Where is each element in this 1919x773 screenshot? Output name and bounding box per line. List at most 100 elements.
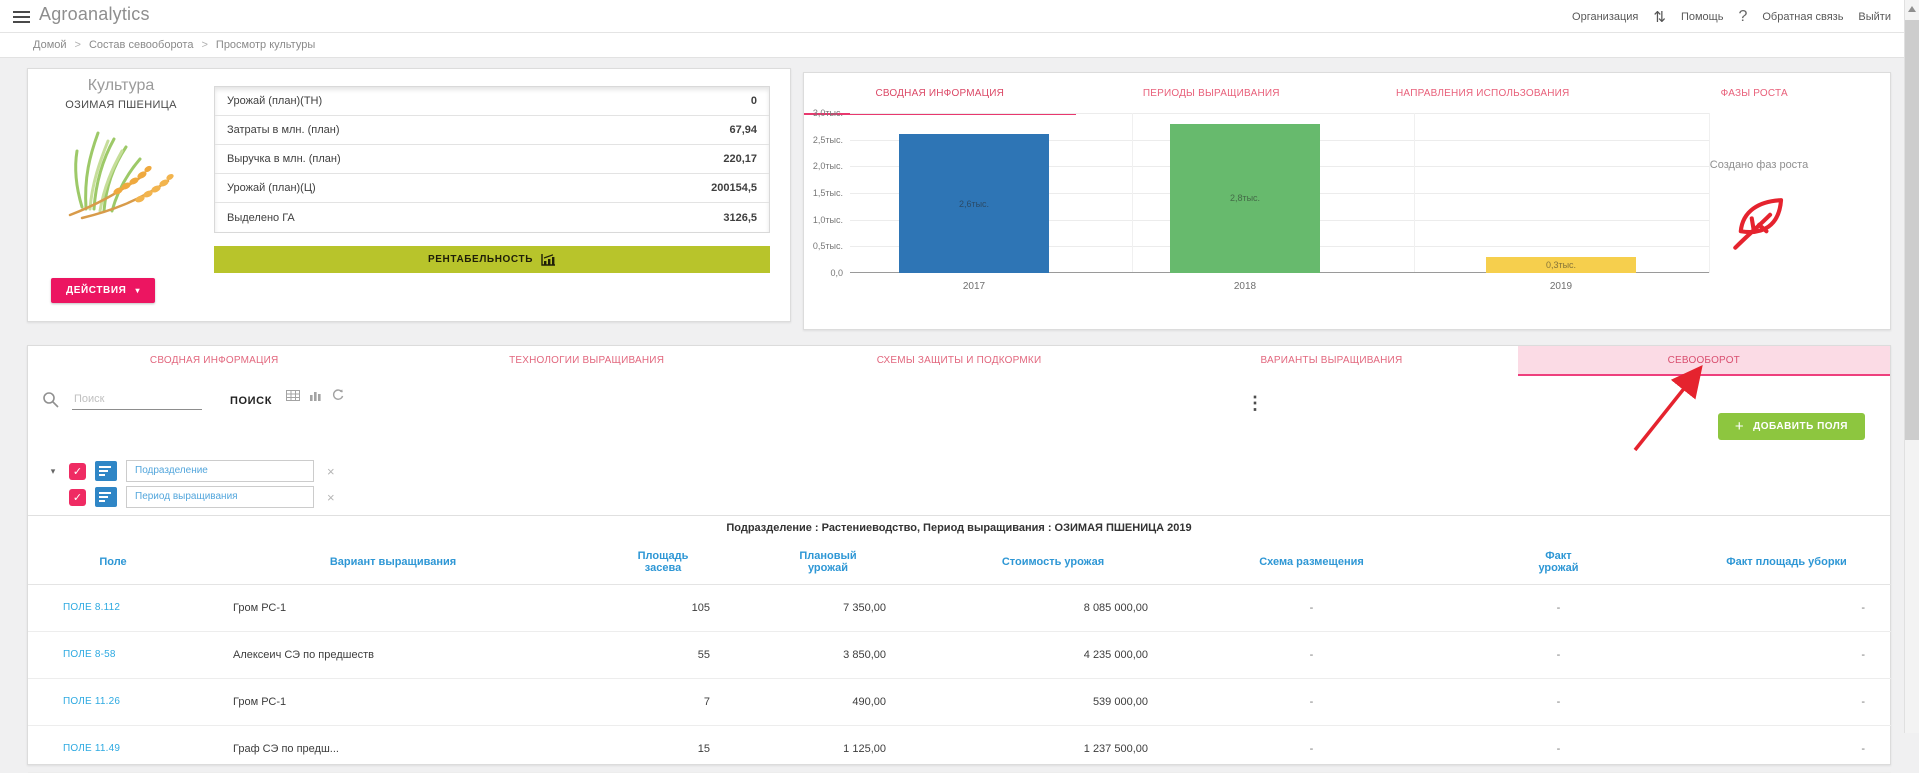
field-link[interactable]: ПОЛЕ 11.49 bbox=[28, 725, 198, 772]
yield-cost-cell: 1 237 500,00 bbox=[918, 725, 1188, 772]
scrollbar-thumb[interactable] bbox=[1905, 20, 1919, 440]
refresh-icon[interactable] bbox=[331, 389, 344, 401]
filter-field-division[interactable]: Подразделение bbox=[126, 460, 314, 482]
close-icon[interactable]: × bbox=[327, 490, 335, 505]
search-button[interactable]: ПОИСК bbox=[230, 395, 272, 407]
table-row: ПОЛЕ 8-58 Алексеич СЭ по предшеств 55 3 … bbox=[28, 631, 1891, 678]
add-fields-button[interactable]: + ДОБАВИТЬ ПОЛЯ bbox=[1718, 413, 1865, 440]
bar-2018[interactable]: 2,8тыс. bbox=[1170, 124, 1320, 273]
filter-checkbox[interactable]: ✓ bbox=[69, 489, 86, 506]
sow-area-cell: 7 bbox=[588, 678, 738, 725]
chart-view-icon[interactable] bbox=[309, 390, 322, 401]
breadcrumb: Домой > Состав севооборота > Просмотр ку… bbox=[0, 33, 1919, 58]
tab-protection-schemes[interactable]: СХЕМЫ ЗАЩИТЫ И ПОДКОРМКИ bbox=[773, 346, 1145, 376]
filter-row-growing-period: ✓ Период выращивания × bbox=[46, 486, 335, 508]
gridline bbox=[1132, 113, 1133, 273]
bar-2017[interactable]: 2,6тыс. bbox=[899, 134, 1049, 273]
column-yield-cost[interactable]: Стоимость урожая bbox=[918, 540, 1188, 584]
y-tick-label: 0,0 bbox=[830, 268, 843, 278]
planned-yield-cell: 7 350,00 bbox=[738, 584, 918, 631]
stat-value: 0 bbox=[751, 95, 757, 107]
column-field[interactable]: Поле bbox=[28, 540, 198, 584]
column-fact-yield[interactable]: Факт урожай bbox=[1435, 540, 1682, 584]
more-options-icon[interactable]: ⋮ bbox=[1240, 393, 1270, 414]
top-navigation: Организация ⇅ Помощь ? Обратная связь Вы… bbox=[1572, 0, 1891, 33]
profitability-button[interactable]: РЕНТАБЕЛЬНОСТЬ bbox=[214, 246, 770, 273]
stat-label: Урожай (план)(ТН) bbox=[227, 95, 322, 107]
nav-feedback[interactable]: Обратная связь bbox=[1762, 11, 1843, 23]
vertical-scrollbar[interactable] bbox=[1904, 0, 1919, 733]
bar-value-label: 2,8тыс. bbox=[1230, 193, 1260, 203]
details-panel: СВОДНАЯ ИНФОРМАЦИЯ ТЕХНОЛОГИИ ВЫРАЩИВАНИ… bbox=[27, 345, 1891, 765]
tab-summary-info-bottom[interactable]: СВОДНАЯ ИНФОРМАЦИЯ bbox=[28, 346, 400, 376]
sow-area-cell: 15 bbox=[588, 725, 738, 772]
yield-cost-cell: 4 235 000,00 bbox=[918, 631, 1188, 678]
hamburger-menu-icon[interactable] bbox=[13, 11, 30, 26]
summary-tabs: СВОДНАЯ ИНФОРМАЦИЯ ПЕРИОДЫ ВЫРАЩИВАНИЯ Н… bbox=[804, 73, 1890, 115]
fact-yield-cell: - bbox=[1435, 678, 1682, 725]
stat-label: Выручка в млн. (план) bbox=[227, 153, 341, 165]
chevron-down-icon: ▾ bbox=[135, 286, 140, 295]
tab-growth-phases[interactable]: ФАЗЫ РОСТА bbox=[1619, 73, 1891, 115]
table-view-icon[interactable] bbox=[286, 390, 300, 401]
field-link[interactable]: ПОЛЕ 8-58 bbox=[28, 631, 198, 678]
table-row: ПОЛЕ 11.26 Гром РС-1 7 490,00 539 000,00… bbox=[28, 678, 1891, 725]
organization-switch-icon[interactable]: ⇅ bbox=[1653, 8, 1666, 26]
filter-row-division: ▾ ✓ Подразделение × bbox=[46, 460, 335, 482]
scroll-up-icon[interactable] bbox=[1908, 6, 1916, 12]
filter-checkbox[interactable]: ✓ bbox=[69, 463, 86, 480]
column-fact-harvest-area[interactable]: Факт площадь уборки bbox=[1682, 540, 1891, 584]
culture-card: Культура ОЗИМАЯ ПШЕНИЦА bbox=[27, 68, 791, 322]
wheat-image bbox=[56, 117, 186, 222]
close-icon[interactable]: × bbox=[327, 464, 335, 479]
filter-funnel-icon[interactable] bbox=[95, 461, 117, 481]
y-tick-label: 3,0тыс. bbox=[813, 108, 843, 118]
table-group-header: Подразделение : Растениеводство, Период … bbox=[28, 522, 1890, 534]
placement-scheme-cell: - bbox=[1188, 631, 1435, 678]
filter-field-growing-period[interactable]: Период выращивания bbox=[126, 486, 314, 508]
bar-value-label: 2,6тыс. bbox=[959, 199, 989, 209]
filter-funnel-icon[interactable] bbox=[95, 487, 117, 507]
fact-harvest-area-cell: - bbox=[1682, 584, 1891, 631]
collapse-caret-icon[interactable]: ▾ bbox=[46, 466, 60, 477]
growth-phases-note: Создано фаз роста bbox=[1684, 159, 1834, 171]
stat-value: 3126,5 bbox=[723, 212, 757, 224]
tab-growing-periods[interactable]: ПЕРИОДЫ ВЫРАЩИВАНИЯ bbox=[1076, 73, 1348, 115]
bar-2019[interactable]: 0,3тыс. bbox=[1486, 257, 1636, 273]
y-tick-label: 1,0тыс. bbox=[813, 215, 843, 225]
tab-crop-rotation[interactable]: СЕВООБОРОТ bbox=[1518, 346, 1890, 376]
x-tick-label: 2017 bbox=[899, 281, 1049, 292]
x-tick-label: 2019 bbox=[1486, 281, 1636, 292]
fact-yield-cell: - bbox=[1435, 631, 1682, 678]
culture-stats-table: Урожай (план)(ТН) 0 Затраты в млн. (план… bbox=[214, 86, 770, 233]
tab-growing-variants[interactable]: ВАРИАНТЫ ВЫРАЩИВАНИЯ bbox=[1145, 346, 1517, 376]
summary-panel: СВОДНАЯ ИНФОРМАЦИЯ ПЕРИОДЫ ВЫРАЩИВАНИЯ Н… bbox=[803, 72, 1891, 330]
tab-growing-technologies[interactable]: ТЕХНОЛОГИИ ВЫРАЩИВАНИЯ bbox=[400, 346, 772, 376]
nav-help[interactable]: Помощь bbox=[1681, 11, 1724, 23]
actions-button[interactable]: ДЕЙСТВИЯ ▾ bbox=[51, 278, 155, 303]
details-tabs: СВОДНАЯ ИНФОРМАЦИЯ ТЕХНОЛОГИИ ВЫРАЩИВАНИ… bbox=[28, 346, 1890, 376]
y-tick-label: 1,5тыс. bbox=[813, 188, 843, 198]
placement-scheme-cell: - bbox=[1188, 725, 1435, 772]
nav-logout[interactable]: Выйти bbox=[1858, 11, 1891, 23]
fact-yield-cell: - bbox=[1435, 725, 1682, 772]
nav-organization[interactable]: Организация bbox=[1572, 11, 1638, 23]
column-variant[interactable]: Вариант выращивания bbox=[198, 540, 588, 584]
x-tick-label: 2018 bbox=[1170, 281, 1320, 292]
add-fields-label: ДОБАВИТЬ ПОЛЯ bbox=[1753, 421, 1848, 432]
breadcrumb-crop-rotation[interactable]: Состав севооборота bbox=[89, 39, 194, 51]
breadcrumb-home[interactable]: Домой bbox=[33, 39, 67, 51]
field-link[interactable]: ПОЛЕ 11.26 bbox=[28, 678, 198, 725]
tab-summary-info[interactable]: СВОДНАЯ ИНФОРМАЦИЯ bbox=[804, 73, 1076, 115]
fact-harvest-area-cell: - bbox=[1682, 725, 1891, 772]
stat-row: Урожай (план)(Ц) 200154,5 bbox=[215, 174, 769, 203]
column-planned-yield[interactable]: Плановый урожай bbox=[738, 540, 918, 584]
field-link[interactable]: ПОЛЕ 8.112 bbox=[28, 584, 198, 631]
search-input[interactable] bbox=[72, 391, 202, 410]
stat-value: 220,17 bbox=[723, 153, 757, 165]
column-placement-scheme[interactable]: Схема размещения bbox=[1188, 540, 1435, 584]
column-sow-area[interactable]: Площадь засева bbox=[588, 540, 738, 584]
fields-table: Поле Вариант выращивания Площадь засева … bbox=[28, 540, 1891, 773]
tab-usage-directions[interactable]: НАПРАВЛЕНИЯ ИСПОЛЬЗОВАНИЯ bbox=[1347, 73, 1619, 115]
help-icon[interactable]: ? bbox=[1738, 8, 1747, 26]
